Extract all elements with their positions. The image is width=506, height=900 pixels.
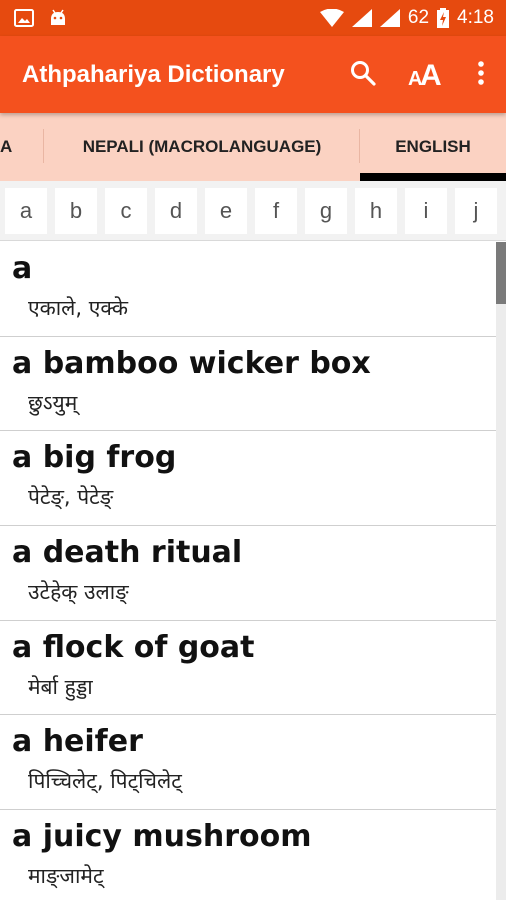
- letter-button[interactable]: e: [205, 187, 247, 234]
- entry-definition: माङ्जामेट्: [28, 864, 104, 889]
- letter-button[interactable]: a: [5, 187, 47, 234]
- status-right: 62 4:18: [319, 7, 494, 29]
- scrollbar-thumb[interactable]: [496, 242, 506, 304]
- list-item[interactable]: a bamboo wicker box छुऽयुम्: [0, 337, 496, 432]
- more-options-button[interactable]: [456, 36, 506, 113]
- entry-word: a juicy mushroom: [12, 819, 312, 855]
- letter-button[interactable]: d: [155, 187, 197, 234]
- tab-english[interactable]: ENGLISH: [360, 113, 506, 181]
- entry-definition: छुऽयुम्: [28, 390, 78, 415]
- app-bar: Athpahariya Dictionary AA: [0, 36, 506, 113]
- tab-label: NEPALI (MACROLANGUAGE): [82, 137, 322, 156]
- entry-definition: मेर्बा हुड्डा: [28, 674, 93, 699]
- tab-nepali[interactable]: NEPALI (MACROLANGUAGE): [44, 113, 360, 181]
- letter-button[interactable]: j: [455, 187, 497, 234]
- signal-icon: [379, 9, 400, 27]
- list-item[interactable]: a flock of goat मेर्बा हुड्डा: [0, 621, 496, 716]
- word-list: a एकाले, एक्के a bamboo wicker box छुऽयु…: [0, 242, 496, 900]
- battery-icon: [437, 8, 450, 28]
- battery-percent: 62: [407, 7, 430, 28]
- status-left: [14, 8, 68, 28]
- list-item[interactable]: a juicy mushroom माङ्जामेट्: [0, 810, 496, 900]
- letter-button[interactable]: i: [405, 187, 447, 234]
- entry-word: a: [12, 251, 33, 286]
- tab-label: A: [0, 137, 13, 156]
- font-size-button[interactable]: AA: [394, 36, 456, 113]
- scrollbar[interactable]: [496, 242, 506, 900]
- entry-word: a big frog: [12, 440, 177, 476]
- list-item[interactable]: a big frog पेटेङ्, पेटेङ्: [0, 431, 496, 527]
- entry-definition: पिच्चिलेट्, पिट्चिलेट्: [28, 769, 182, 794]
- entry-word: a heifer: [12, 724, 143, 760]
- entry-word: a bamboo wicker box: [12, 345, 371, 381]
- entry-definition: पेटेङ्, पेटेङ्: [28, 485, 114, 510]
- entry-word: a flock of goat: [12, 629, 255, 665]
- search-icon: [350, 60, 376, 90]
- status-bar: 62 4:18: [0, 0, 506, 36]
- entry-definition: एकाले, एक्के: [28, 296, 128, 320]
- signal-icon: [351, 9, 372, 27]
- tab-label: ENGLISH: [395, 137, 471, 156]
- letter-button[interactable]: b: [55, 187, 97, 234]
- list-item[interactable]: a heifer पिच्चिलेट्, पिट्चिलेट्: [0, 715, 496, 811]
- list-item[interactable]: a death ritual उटेहेक् उलाङ्: [0, 526, 496, 621]
- letter-button[interactable]: c: [105, 187, 147, 234]
- svg-text:A: A: [420, 60, 442, 86]
- alphabet-index: a b c d e f g h i j: [0, 181, 506, 241]
- list-item[interactable]: a एकाले, एक्के: [0, 242, 496, 337]
- font-size-icon: AA: [408, 59, 442, 92]
- image-icon: [14, 9, 34, 27]
- app-title: Athpahariya Dictionary: [22, 60, 285, 88]
- tab-athpahariya[interactable]: A: [0, 113, 44, 181]
- clock: 4:18: [457, 7, 494, 28]
- app-actions: AA: [332, 36, 506, 113]
- more-vert-icon: [477, 60, 485, 90]
- entry-definition: उटेहेक् उलाङ्: [28, 580, 129, 605]
- wifi-icon: [319, 9, 344, 27]
- entry-word: a death ritual: [12, 535, 243, 571]
- letter-button[interactable]: h: [355, 187, 397, 234]
- letter-button[interactable]: f: [255, 187, 297, 234]
- letter-button[interactable]: g: [305, 187, 347, 234]
- android-icon: [48, 8, 68, 28]
- search-button[interactable]: [332, 36, 394, 113]
- language-tabs: A NEPALI (MACROLANGUAGE) ENGLISH: [0, 113, 506, 181]
